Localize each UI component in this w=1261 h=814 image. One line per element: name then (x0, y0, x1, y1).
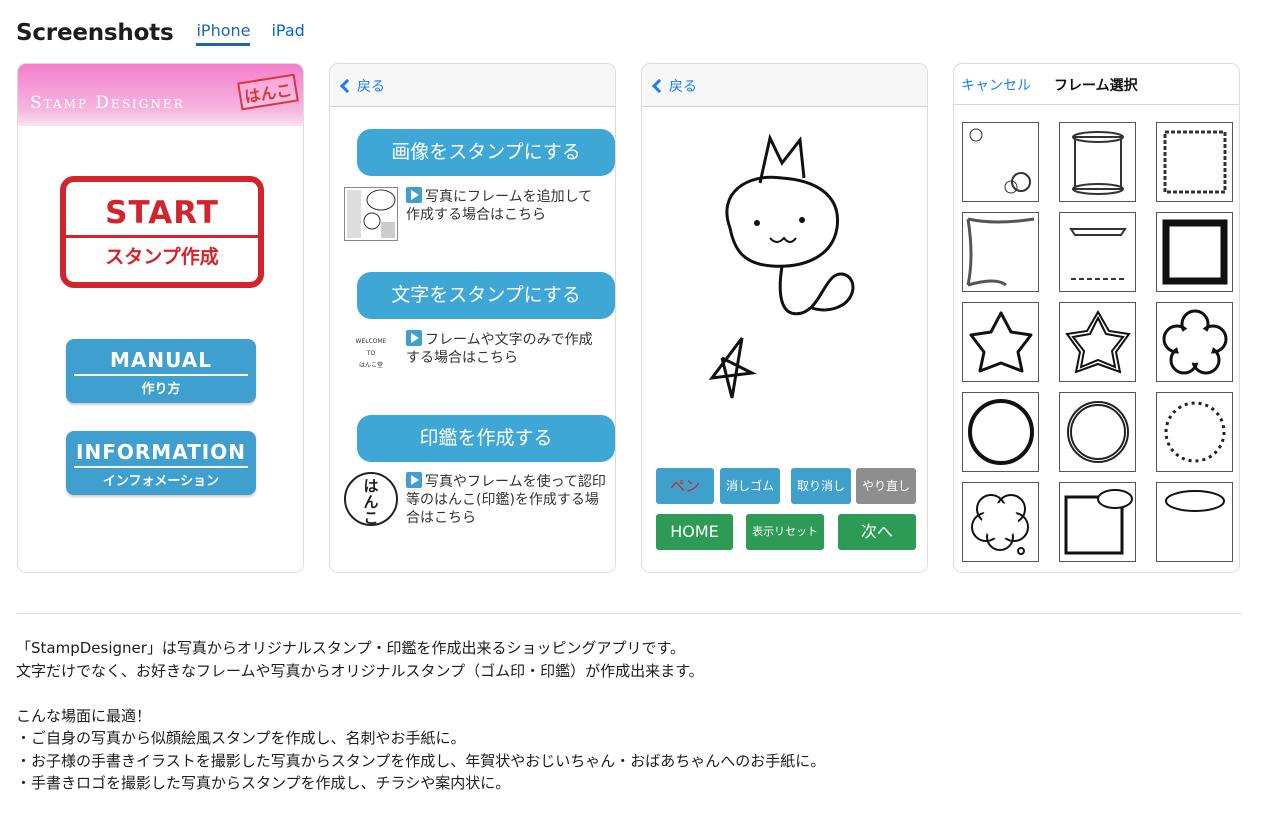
back-label: 戻る (669, 79, 697, 95)
frame-grunge-square-icon (1156, 122, 1233, 202)
cancel-button: キャンセル (961, 78, 1031, 94)
frame-bold-grunge-square-icon (1156, 212, 1233, 292)
nav-bar: キャンセル フレーム選択 (954, 64, 1239, 105)
manual-label: MANUAL (110, 348, 212, 372)
description-line: 「StampDesigner」は写真からオリジナルスタンプ・印鑑を作成出来るショ… (16, 639, 685, 657)
screenshot-1[interactable]: Stamp Designer はんこ START スタンプ作成 MANUAL 作… (17, 63, 304, 573)
app-logo: Stamp Designer (30, 93, 185, 113)
chevron-left-icon (339, 78, 355, 94)
desc-text: 写真にフレームを追加して作成する場合はこちら (406, 189, 593, 223)
frame-grid (962, 122, 1233, 562)
start-sublabel: スタンプ作成 (105, 246, 219, 268)
welcome-line: WELCOME (355, 338, 387, 345)
app-description: 「StampDesigner」は写真からオリジナルスタンプ・印鑑を作成出来るショ… (16, 637, 846, 795)
nav-bar: 戻る (330, 64, 615, 107)
description-line: ・手書きロゴを撮影した写真からスタンプを作成し、チラシや案内状に。 (16, 774, 511, 792)
description-line: こんな場面に最適！ (16, 706, 152, 725)
frame-ribbon-banner-icon (1059, 212, 1136, 292)
nav-bar: 戻る (642, 64, 927, 107)
screenshots-header: Screenshots iPhone iPad (16, 12, 326, 46)
create-seal-desc: 写真やフレームを使って認印等のはんこ(印鑑)を作成する場合はこちら (406, 472, 606, 527)
description-line: ・ご自身の写真から似顔絵風スタンプを作成し、名刺やお手紙に。 (16, 729, 466, 747)
divider (66, 235, 258, 238)
divider (74, 374, 248, 376)
image-to-stamp-button: 画像をスタンプにする (357, 129, 615, 176)
frame-sakura-icon (962, 302, 1039, 382)
back-button: 戻る (650, 76, 697, 96)
tab-ipad[interactable]: iPad (271, 21, 304, 46)
chevron-left-icon (651, 78, 667, 94)
play-icon (406, 472, 422, 488)
frame-lace-corner-icon (962, 212, 1039, 292)
frame-sketch-circle-icon (1059, 392, 1136, 472)
desc-text: フレームや文字のみで作成する場合はこちら (406, 332, 593, 366)
section-title: Screenshots (16, 20, 174, 46)
back-label: 戻る (357, 79, 385, 95)
description-line: 文字だけでなく、お好きなフレームや写真からオリジナルスタンプ（ゴム印・印鑑）が作… (16, 661, 704, 680)
divider (74, 466, 248, 468)
screenshot-4[interactable]: キャンセル フレーム選択 (953, 63, 1240, 573)
section-divider (17, 613, 1242, 614)
frame-select-title: フレーム選択 (1054, 78, 1138, 94)
text-to-stamp-button: 文字をスタンプにする (357, 272, 615, 319)
manual-button: MANUAL 作り方 (66, 339, 256, 403)
next-button: 次へ (838, 514, 916, 550)
frame-floral-corner-icon (962, 122, 1039, 202)
redo-button: やり直し (856, 468, 916, 504)
screenshot-3[interactable]: 戻る ペン 消しゴム 取り消し やり直し HOME 表示リセット 次へ (641, 63, 928, 573)
description-line (16, 682, 846, 705)
welcome-line: TO (366, 350, 376, 357)
manual-sublabel: 作り方 (141, 382, 181, 397)
frame-plum-flower-icon (1156, 302, 1233, 382)
pen-button: ペン (656, 468, 714, 504)
hanko-stamp-logo: はんこ (237, 73, 299, 111)
hanko-chars: はんこ (363, 477, 379, 527)
welcome-line: はんこ堂 (358, 362, 383, 369)
frame-speech-bubble-icon (1156, 482, 1233, 562)
device-tabs: iPhone iPad (196, 21, 325, 46)
play-icon (406, 330, 422, 346)
text-to-stamp-desc: フレームや文字のみで作成する場合はこちら (406, 330, 606, 367)
frame-cloud-bubble-icon (962, 482, 1039, 562)
cat-drawing-icon (708, 133, 855, 399)
frame-circle-icon (962, 392, 1039, 472)
frame-comic-square-bubble-icon (1059, 482, 1136, 562)
play-icon (406, 187, 422, 203)
start-label: START (105, 195, 219, 231)
frame-scroll-icon (1059, 122, 1136, 202)
undo-button: 取り消し (791, 468, 851, 504)
hanko-thumbnail: はんこ (344, 472, 398, 526)
reset-view-button: 表示リセット (746, 514, 824, 550)
start-button: START スタンプ作成 (60, 176, 264, 288)
description-line: ・お子様の手書きイラストを撮影した写真からスタンプを作成し、年賀状やおじいちゃん… (16, 751, 826, 770)
information-label: INFORMATION (76, 440, 246, 464)
back-button: 戻る (338, 76, 385, 96)
frame-double-sakura-icon (1059, 302, 1136, 382)
image-to-stamp-desc: 写真にフレームを追加して作成する場合はこちら (406, 187, 606, 224)
desc-text: 写真やフレームを使って認印等のはんこ(印鑑)を作成する場合はこちら (406, 474, 606, 526)
app-banner: Stamp Designer はんこ (18, 64, 303, 126)
screenshot-gallery: Stamp Designer はんこ START スタンプ作成 MANUAL 作… (17, 63, 1240, 573)
welcome-thumbnail: WELCOME TO はんこ堂 (344, 330, 398, 384)
create-seal-button: 印鑑を作成する (357, 415, 615, 462)
frame-music-note-circle-icon (1156, 392, 1233, 472)
information-button: INFORMATION インフォメーション (66, 431, 256, 495)
home-button: HOME (656, 514, 733, 550)
screenshot-2[interactable]: 戻る 画像をスタンプにする 写真にフレームを追加して作成する場合はこちら 文字を… (329, 63, 616, 573)
information-sublabel: インフォメーション (102, 474, 220, 489)
photo-frame-thumbnail (344, 187, 398, 241)
eraser-button: 消しゴム (720, 468, 780, 504)
tab-iphone[interactable]: iPhone (196, 21, 251, 46)
